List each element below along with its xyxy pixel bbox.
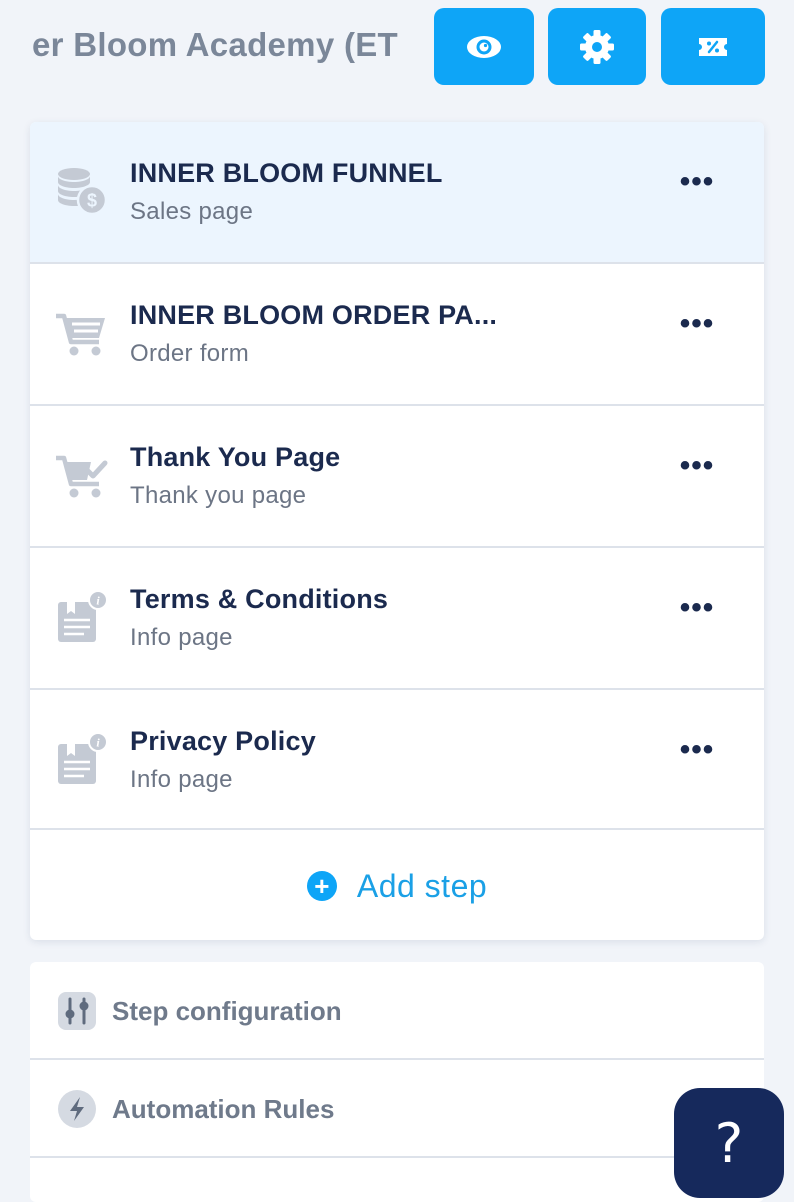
step-type: Sales page — [130, 198, 254, 225]
step-title: INNER BLOOM ORDER PA... — [130, 300, 498, 330]
automation-rules-item[interactable]: Automation Rules — [30, 1060, 764, 1158]
gear-icon — [580, 29, 614, 64]
cart-icon — [54, 306, 110, 362]
step-configuration-label: Step configuration — [112, 996, 342, 1026]
preview-button[interactable] — [434, 8, 534, 85]
help-icon: ? — [714, 1111, 744, 1175]
bolt-icon — [58, 1090, 96, 1128]
more-options-button[interactable]: ••• — [676, 735, 718, 765]
help-button[interactable]: ? — [674, 1088, 784, 1198]
step-configuration-item[interactable]: Step configuration — [30, 962, 764, 1060]
add-step-label: Add step — [356, 867, 488, 904]
more-options-button[interactable]: ••• — [676, 593, 718, 623]
sliders-icon — [58, 992, 96, 1030]
step-title: Terms & Conditions — [130, 584, 389, 614]
automation-rules-label: Automation Rules — [112, 1094, 335, 1124]
more-options-button[interactable]: ••• — [676, 451, 718, 481]
top-bar: Inner Bloom Academy (ET — [0, 0, 794, 100]
step-thank-you-page[interactable]: Thank You Page Thank you page ••• — [30, 406, 764, 548]
step-privacy-policy[interactable]: i Privacy Policy Info page ••• — [30, 690, 764, 830]
step-title: Thank You Page — [130, 442, 341, 472]
step-type: Info page — [130, 766, 233, 793]
svg-text:$: $ — [87, 191, 97, 211]
step-sales-page[interactable]: $ INNER BLOOM FUNNEL Sales page ••• — [30, 122, 764, 264]
more-options-button[interactable]: ••• — [676, 167, 718, 197]
info-page-icon: i — [54, 732, 110, 788]
funnel-steps-card: $ INNER BLOOM FUNNEL Sales page ••• INNE… — [30, 122, 764, 940]
coupon-icon — [699, 37, 727, 56]
step-title: INNER BLOOM FUNNEL — [130, 158, 443, 188]
settings-button[interactable] — [548, 8, 646, 85]
step-title: Privacy Policy — [130, 726, 316, 756]
add-step-button[interactable]: + Add step — [30, 832, 764, 940]
funnel-config-card: Step configuration Automation Rules — [30, 962, 764, 1202]
eye-icon — [467, 35, 501, 58]
funnel-title: Inner Bloom Academy (ET — [30, 26, 398, 63]
step-order-form[interactable]: INNER BLOOM ORDER PA... Order form ••• — [30, 264, 764, 406]
coupon-button[interactable] — [661, 8, 765, 85]
more-options-button[interactable]: ••• — [676, 309, 718, 339]
step-terms-conditions[interactable]: i Terms & Conditions Info page ••• — [30, 548, 764, 690]
coins-icon: $ — [54, 164, 110, 220]
step-type: Info page — [130, 624, 233, 651]
cart-check-icon — [54, 448, 110, 504]
step-type: Thank you page — [130, 482, 307, 509]
plus-circle-icon: + — [306, 871, 337, 901]
info-page-icon: i — [54, 590, 110, 646]
step-type: Order form — [130, 340, 250, 367]
